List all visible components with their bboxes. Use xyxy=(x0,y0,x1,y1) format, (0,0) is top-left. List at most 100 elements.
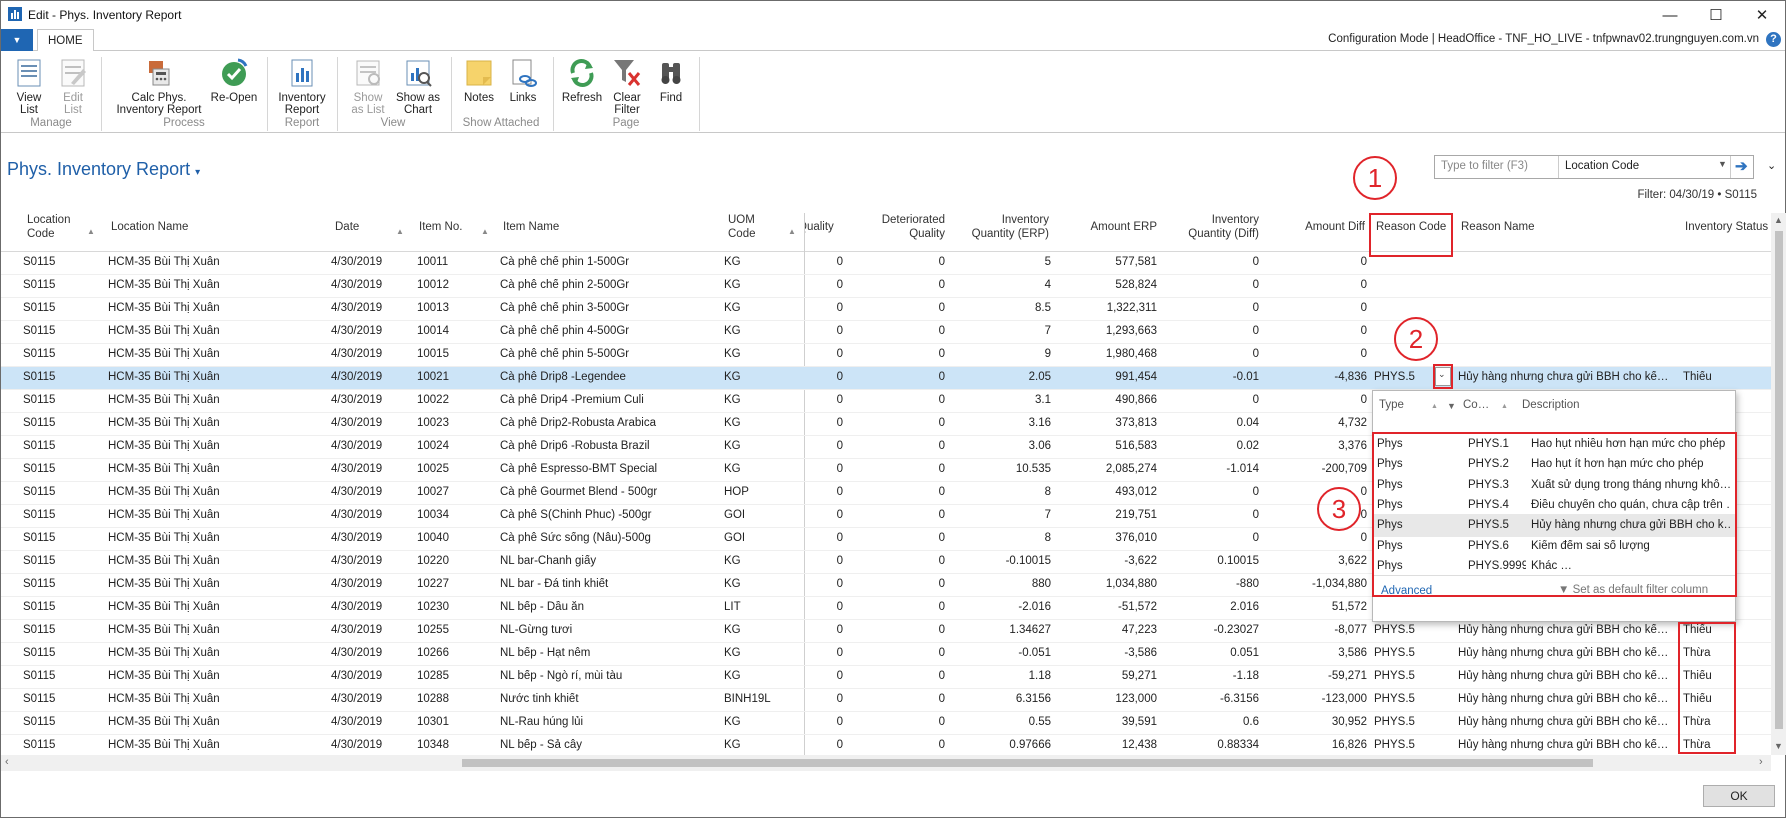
show-as-chart-button[interactable]: Show as Chart xyxy=(393,57,443,116)
cell-inventory-quantity-erp: 7 xyxy=(1044,325,1051,337)
col-label: Quality xyxy=(804,221,834,233)
cell-amount-diff: -123,000 xyxy=(1321,693,1367,705)
collapse-chevron-icon[interactable]: ⌄ xyxy=(1767,159,1776,172)
col-item-no[interactable]: Item No. xyxy=(419,220,462,234)
col-reason-name[interactable]: Reason Name xyxy=(1461,220,1535,234)
col-label: Deteriorated xyxy=(881,214,945,226)
find-button[interactable]: Find xyxy=(649,57,693,104)
view-list-icon xyxy=(13,57,45,89)
vertical-scroll-thumb[interactable] xyxy=(1775,231,1783,729)
col-amount-erp[interactable]: Amount ERP xyxy=(1061,220,1157,234)
view-list-button[interactable]: View List xyxy=(7,57,51,116)
cell-amount-diff: 51,572 xyxy=(1331,601,1367,613)
close-icon: ✕ xyxy=(1755,7,1769,24)
col-inventory-quantity-diff[interactable]: Inventory Quantity (Diff) xyxy=(1161,213,1259,241)
table-row[interactable]: S0115 HCM-35 Bùi Thị Xuân 4/30/2019 10012 Cà… xyxy=(1,275,1771,298)
col-uom-code[interactable]: UOM Code xyxy=(728,213,756,241)
table-row[interactable]: S0115 HCM-35 Bùi Thị Xuân 4/30/2019 10255 NL… xyxy=(1,620,1771,643)
cell-item-name: NL-Rau húng lủi xyxy=(500,716,584,728)
table-row[interactable]: S0115 HCM-35 Bùi Thị Xuân 4/30/2019 10013 Cà… xyxy=(1,298,1771,321)
cell-inventory-quantity-erp: 0.97666 xyxy=(1009,739,1051,751)
notes-button[interactable]: Notes xyxy=(457,57,501,104)
cell-reason-code: PHYS.5 xyxy=(1374,716,1415,728)
lookup-col-code[interactable]: Co… xyxy=(1463,399,1489,411)
app-menu-button[interactable]: ▼ xyxy=(1,29,33,51)
cell-item-no: 10021 xyxy=(417,371,449,383)
table-row[interactable]: S0115 HCM-35 Bùi Thị Xuân 4/30/2019 10266 NL… xyxy=(1,643,1771,666)
horizontal-scrollbar[interactable]: ‹ › xyxy=(1,755,1771,771)
cell-reason-code: PHYS.5 xyxy=(1374,624,1415,636)
edit-list-button[interactable]: Edit List xyxy=(51,57,95,116)
cell-deteriorated-quality: 0 xyxy=(938,348,945,360)
col-quality[interactable]: Quality xyxy=(804,220,841,234)
lookup-col-description[interactable]: Description xyxy=(1522,399,1580,411)
col-inventory-quantity-erp[interactable]: Inventory Quantity (ERP) xyxy=(951,213,1049,241)
clear-filter-button[interactable]: Clear Filter xyxy=(605,57,649,116)
reopen-button[interactable]: Re-Open xyxy=(207,57,261,104)
col-date[interactable]: Date xyxy=(335,220,359,234)
col-label: Inventory xyxy=(1211,214,1259,226)
col-location-code[interactable]: Location Code xyxy=(27,213,70,241)
table-row[interactable]: S0115 HCM-35 Bùi Thị Xuân 4/30/2019 10301 NL… xyxy=(1,712,1771,735)
sort-arrow-icon: ▲ xyxy=(788,227,796,236)
cell-quality: 0 xyxy=(836,463,843,475)
scroll-up-icon[interactable]: ▲ xyxy=(1774,215,1783,225)
table-row-selected[interactable]: S0115 HCM-35 Bùi Thị Xuân 4/30/2019 10021 Cà… xyxy=(1,367,1771,390)
vertical-scrollbar[interactable]: ▲ ▼ xyxy=(1771,213,1786,755)
cell-item-no: 10301 xyxy=(417,716,449,728)
scroll-right-icon[interactable]: › xyxy=(1759,756,1763,768)
help-icon[interactable]: ? xyxy=(1766,32,1781,47)
cell-date: 4/30/2019 xyxy=(331,463,383,475)
sort-arrow-icon: ▲ xyxy=(87,227,95,236)
cell-amount-erp: 12,438 xyxy=(1121,739,1157,751)
table-row[interactable]: S0115 HCM-35 Bùi Thị Xuân 4/30/2019 10014 Cà… xyxy=(1,321,1771,344)
reopen-label: Re-Open xyxy=(210,92,258,104)
horizontal-scroll-thumb[interactable] xyxy=(462,759,1593,767)
tab-home[interactable]: HOME xyxy=(37,29,94,52)
show-as-list-button[interactable]: Show as List xyxy=(343,57,393,116)
cell-location-name: HCM-35 Bùi Thị Xuân xyxy=(108,302,220,314)
page-title[interactable]: Phys. Inventory Report ▾ xyxy=(7,159,200,180)
minimize-icon: — xyxy=(1662,6,1678,24)
ok-button[interactable]: OK xyxy=(1703,785,1775,807)
notes-icon xyxy=(463,57,495,89)
cell-deteriorated-quality: 0 xyxy=(938,463,945,475)
chevron-down-icon[interactable]: ▼ xyxy=(1718,159,1727,169)
cell-inventory-quantity-diff: -1.18 xyxy=(1232,670,1259,682)
scroll-left-icon[interactable]: ‹ xyxy=(5,756,9,768)
cell-quality: 0 xyxy=(836,440,843,452)
cell-quality: 0 xyxy=(836,394,843,406)
app-window: Edit - Phys. Inventory Report — ☐ ✕ ▼ HO… xyxy=(0,0,1786,818)
col-deteriorated-quality[interactable]: Deteriorated Quality xyxy=(861,213,945,241)
apply-filter-arrow-icon[interactable]: ➔ xyxy=(1735,157,1748,175)
cell-date: 4/30/2019 xyxy=(331,716,383,728)
table-row[interactable]: S0115 HCM-35 Bùi Thị Xuân 4/30/2019 10011 Cà… xyxy=(1,252,1771,275)
filter-field-select[interactable]: Location Code xyxy=(1565,160,1639,172)
calc-phys-inventory-button[interactable]: Calc Phys. Inventory Report xyxy=(107,57,211,116)
filter-input[interactable]: Type to filter (F3) xyxy=(1441,160,1528,172)
table-row[interactable]: S0115 HCM-35 Bùi Thị Xuân 4/30/2019 10015 Cà… xyxy=(1,344,1771,367)
col-location-name[interactable]: Location Name xyxy=(111,220,188,234)
cell-uom-code: GOI xyxy=(724,509,746,521)
refresh-button[interactable]: Refresh xyxy=(559,57,605,104)
cell-deteriorated-quality: 0 xyxy=(938,256,945,268)
annotation-circle-3: 3 xyxy=(1317,487,1361,531)
cell-date: 4/30/2019 xyxy=(331,486,383,498)
col-amount-diff[interactable]: Amount Diff xyxy=(1281,220,1365,234)
cell-reason-code[interactable]: PHYS.5 xyxy=(1374,371,1436,383)
cell-amount-diff: 3,586 xyxy=(1338,647,1367,659)
cell-item-name: Cà phê Drip6 -Robusta Brazil xyxy=(500,440,650,452)
col-inventory-status[interactable]: Inventory Status xyxy=(1685,220,1771,234)
cell-date: 4/30/2019 xyxy=(331,670,383,682)
scroll-down-icon[interactable]: ▼ xyxy=(1774,741,1783,751)
inventory-report-button[interactable]: Inventory Report xyxy=(273,57,331,116)
close-window-button[interactable]: ✕ xyxy=(1739,1,1785,29)
table-row[interactable]: S0115 HCM-35 Bùi Thị Xuân 4/30/2019 10288 Nư… xyxy=(1,689,1771,712)
lookup-col-type[interactable]: Type xyxy=(1379,399,1404,411)
links-button[interactable]: Links xyxy=(501,57,545,104)
maximize-button[interactable]: ☐ xyxy=(1693,1,1739,29)
minimize-button[interactable]: — xyxy=(1647,1,1693,29)
col-item-name[interactable]: Item Name xyxy=(503,220,559,234)
cell-location-name: HCM-35 Bùi Thị Xuân xyxy=(108,693,220,705)
table-row[interactable]: S0115 HCM-35 Bùi Thị Xuân 4/30/2019 10285 NL… xyxy=(1,666,1771,689)
